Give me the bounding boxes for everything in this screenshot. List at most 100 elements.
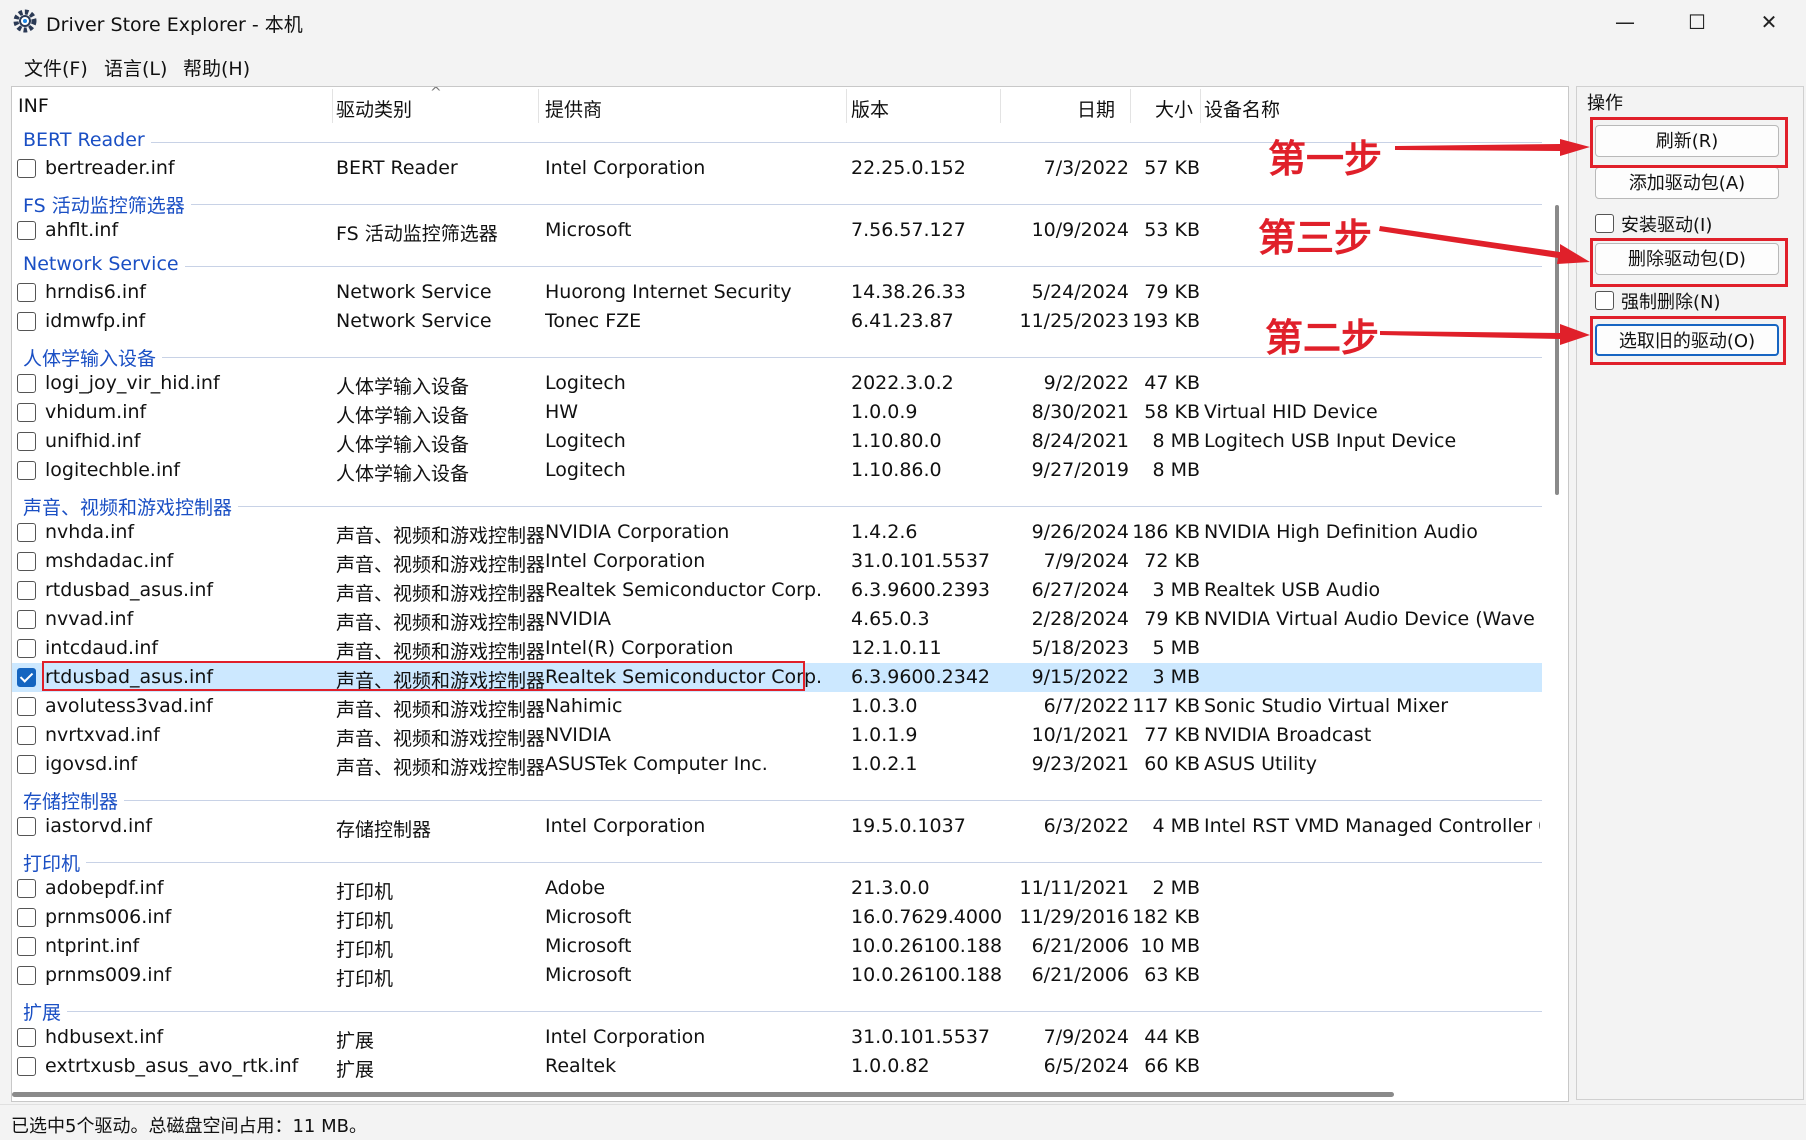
table-row[interactable]: nvhda.inf 声音、视频和游戏控制器 NVIDIA Corporation 1.… <box>12 518 1542 547</box>
table-row[interactable]: hrndis6.inf Network Service Huorong Intern… <box>12 278 1542 307</box>
row-checkbox[interactable] <box>17 523 36 542</box>
group-header[interactable]: 扩展 <box>12 990 1542 1025</box>
table-row[interactable]: logitechble.inf 人体学输入设备 Logitech 1.10.86.0 9… <box>12 456 1542 485</box>
add-driver-button[interactable]: 添加驱动包(A) <box>1595 167 1779 199</box>
row-checkbox[interactable] <box>17 639 36 658</box>
table-row[interactable]: nvrtxvad.inf 声音、视频和游戏控制器 NVIDIA 1.0.1.9 10/1… <box>12 721 1542 750</box>
close-button[interactable]: ✕ <box>1734 0 1804 44</box>
group-header[interactable]: 打印机 <box>12 841 1542 876</box>
column-device-name[interactable]: 设备名称 <box>1204 95 1280 122</box>
table-row[interactable]: nvvad.inf 声音、视频和游戏控制器 NVIDIA 4.65.0.3 2/28/2… <box>12 605 1542 634</box>
table-row[interactable]: intcdaud.inf 声音、视频和游戏控制器 Intel(R) Corporat… <box>12 634 1542 663</box>
table-row[interactable]: ntprint.inf 打印机 Microsoft 10.0.26100.1882 6/… <box>12 932 1542 961</box>
row-checkbox[interactable] <box>17 668 36 687</box>
row-checkbox[interactable] <box>17 966 36 985</box>
cell-date: 5/18/2023 <box>1031 637 1129 659</box>
cell-provider: NVIDIA <box>545 608 612 630</box>
cell-date: 6/27/2024 <box>1031 579 1129 601</box>
horizontal-scrollbar[interactable] <box>12 1089 1542 1099</box>
column-size[interactable]: 大小 <box>1155 95 1193 122</box>
row-checkbox[interactable] <box>17 726 36 745</box>
cell-inf: adobepdf.inf <box>45 877 164 899</box>
cell-version: 1.0.0.9 <box>851 401 918 423</box>
force-delete-check-box[interactable] <box>1595 291 1614 310</box>
table-row[interactable]: prnms006.inf 打印机 Microsoft 16.0.7629.4000 11… <box>12 903 1542 932</box>
column-date[interactable]: 日期 <box>1077 95 1115 122</box>
table-row[interactable]: adobepdf.inf 打印机 Adobe 21.3.0.0 11/11/2021 2 … <box>12 874 1542 903</box>
row-checkbox[interactable] <box>17 908 36 927</box>
row-checkbox[interactable] <box>17 312 36 331</box>
row-checkbox[interactable] <box>17 159 36 178</box>
row-checkbox[interactable] <box>17 755 36 774</box>
cell-category: 打印机 <box>336 939 394 961</box>
table-row[interactable]: rtdusbad_asus.inf 声音、视频和游戏控制器 Realtek Semi… <box>12 576 1542 605</box>
cell-provider: Microsoft <box>545 964 632 986</box>
column-category[interactable]: 驱动类别 <box>336 95 412 122</box>
row-checkbox[interactable] <box>17 1028 36 1047</box>
cell-category: 存储控制器 <box>336 819 432 841</box>
cell-inf: prnms006.inf <box>45 906 172 928</box>
table-row[interactable]: logi_joy_vir_hid.inf 人体学输入设备 Logitech 2022.… <box>12 369 1542 398</box>
row-checkbox[interactable] <box>17 817 36 836</box>
install-driver-check-box[interactable] <box>1595 214 1614 233</box>
cell-version: 2022.3.0.2 <box>851 372 954 394</box>
row-checkbox[interactable] <box>17 221 36 240</box>
cell-version: 31.0.101.5537 <box>851 550 991 572</box>
menu-language[interactable]: 语言(L) <box>104 54 167 81</box>
table-row[interactable]: rtdusbad_asus.inf 声音、视频和游戏控制器 Realtek Semi… <box>12 661 1542 692</box>
cell-device-name: Virtual HID Device <box>1204 401 1378 423</box>
row-checkbox[interactable] <box>17 461 36 480</box>
group-header[interactable]: 声音、视频和游戏控制器 <box>12 485 1542 520</box>
cell-device-name: Sonic Studio Virtual Mixer <box>1204 695 1449 717</box>
maximize-button[interactable]: ☐ <box>1662 0 1732 44</box>
row-checkbox[interactable] <box>17 403 36 422</box>
cell-category: 声音、视频和游戏控制器 <box>336 525 546 547</box>
menu-file[interactable]: 文件(F) <box>24 54 88 81</box>
cell-version: 1.0.3.0 <box>851 695 918 717</box>
cell-version: 10.0.26100.1882 <box>851 935 1001 957</box>
table-row[interactable]: mshdadac.inf 声音、视频和游戏控制器 Intel Corporation… <box>12 547 1542 576</box>
table-row[interactable]: prnms009.inf 打印机 Microsoft 10.0.26100.1882 6… <box>12 961 1542 990</box>
cell-inf: rtdusbad_asus.inf <box>45 666 214 688</box>
menu-help[interactable]: 帮助(H) <box>183 54 250 81</box>
cell-date: 8/30/2021 <box>1031 401 1129 423</box>
cell-date: 5/24/2024 <box>1031 281 1129 303</box>
cell-date: 6/21/2006 <box>1031 964 1129 986</box>
horizontal-scroll-thumb[interactable] <box>12 1092 1394 1097</box>
cell-inf: nvhda.inf <box>45 521 135 543</box>
row-checkbox[interactable] <box>17 283 36 302</box>
row-checkbox[interactable] <box>17 610 36 629</box>
cell-version: 14.38.26.33 <box>851 281 966 303</box>
cell-category: 人体学输入设备 <box>336 376 470 398</box>
row-checkbox[interactable] <box>17 697 36 716</box>
table-row[interactable]: igovsd.inf 声音、视频和游戏控制器 ASUSTek Computer In… <box>12 750 1542 779</box>
cell-size: 2 MB <box>1152 877 1200 899</box>
table-row[interactable]: avolutess3vad.inf 声音、视频和游戏控制器 Nahimic 1.0.3… <box>12 692 1542 721</box>
row-checkbox[interactable] <box>17 1057 36 1076</box>
cell-category: FS 活动监控筛选器 <box>336 223 498 245</box>
cell-size: 4 MB <box>1152 815 1200 837</box>
vertical-scroll-thumb[interactable] <box>1555 205 1559 495</box>
row-checkbox[interactable] <box>17 581 36 600</box>
table-row[interactable]: iastorvd.inf 存储控制器 Intel Corporation 19.5.0… <box>12 812 1542 841</box>
column-version[interactable]: 版本 <box>851 95 889 122</box>
row-checkbox[interactable] <box>17 552 36 571</box>
table-row[interactable]: unifhid.inf 人体学输入设备 Logitech 1.10.80.0 8/24/… <box>12 427 1542 456</box>
group-header[interactable]: 存储控制器 <box>12 779 1542 814</box>
cell-size: 44 KB <box>1144 1026 1200 1048</box>
row-checkbox[interactable] <box>17 937 36 956</box>
row-checkbox[interactable] <box>17 879 36 898</box>
column-inf[interactable]: INF <box>18 95 49 117</box>
row-checkbox[interactable] <box>17 374 36 393</box>
table-row[interactable]: vhidum.inf 人体学输入设备 HW 1.0.0.9 8/30/2021 58 KB… <box>12 398 1542 427</box>
cell-date: 7/9/2024 <box>1043 1026 1129 1048</box>
cell-date: 6/3/2022 <box>1043 815 1129 837</box>
table-row[interactable]: extrtxusb_asus_avo_rtk.inf 扩展 Realtek 1.0.0… <box>12 1052 1542 1081</box>
row-checkbox[interactable] <box>17 432 36 451</box>
cell-date: 11/11/2021 <box>1019 877 1129 899</box>
column-provider[interactable]: 提供商 <box>545 95 602 122</box>
minimize-button[interactable]: — <box>1590 0 1660 44</box>
table-row[interactable]: hdbusext.inf 扩展 Intel Corporation 31.0.101.… <box>12 1023 1542 1052</box>
vertical-scrollbar[interactable] <box>1553 115 1561 1035</box>
cell-inf: vhidum.inf <box>45 401 147 423</box>
